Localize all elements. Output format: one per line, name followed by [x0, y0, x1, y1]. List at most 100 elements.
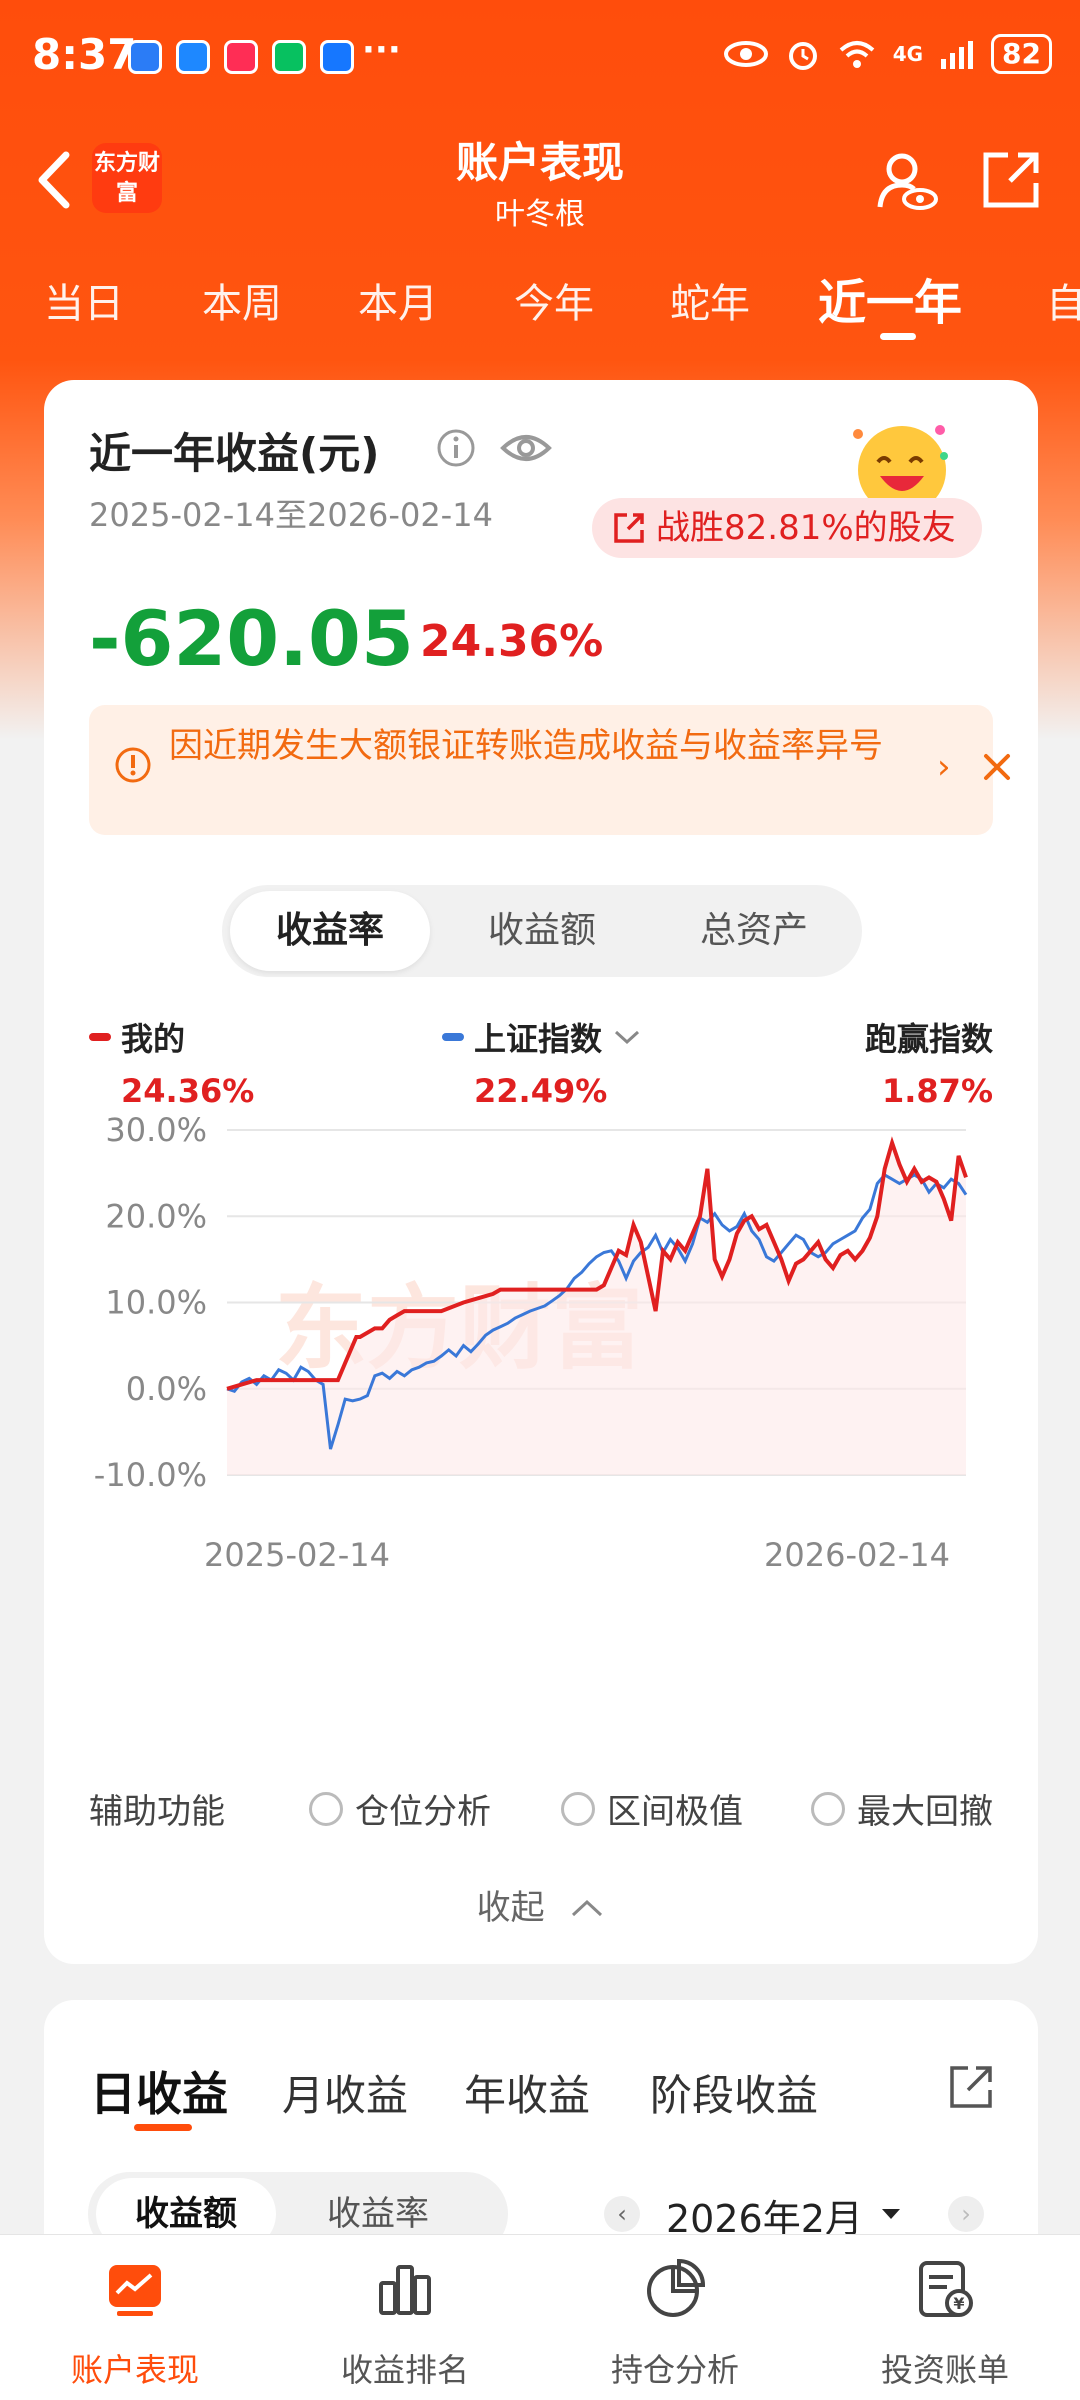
nav-label: 账户表现 — [70, 2351, 199, 2389]
svg-text:¥: ¥ — [953, 2294, 964, 2313]
share-link-icon — [614, 513, 644, 543]
date-range: 2025-02-14至2026-02-14 — [89, 496, 493, 534]
chevron-right-icon[interactable]: › — [948, 2196, 984, 2232]
option-range-extreme[interactable]: 区间极值 — [561, 1784, 743, 1833]
radio-button[interactable] — [309, 1791, 343, 1826]
nav-investment-bill[interactable]: ¥ 投资账单 — [810, 2235, 1080, 2400]
tab-total-assets[interactable]: 总资产 — [654, 891, 854, 971]
legend-index[interactable]: 上证指数 22.49% — [442, 1014, 642, 1110]
beat-ranking-badge[interactable]: 战胜82.81%的股友 — [592, 498, 982, 558]
app-header: 东方财富 账户表现 叶冬根 — [0, 115, 1080, 255]
collapse-button[interactable]: 收起 — [44, 1880, 1038, 1929]
legend-marker-index — [442, 1033, 464, 1041]
export-icon[interactable] — [946, 2062, 996, 2112]
message-app-icon — [176, 40, 210, 74]
tab-this-month[interactable]: 本月 — [358, 271, 438, 329]
period-tabs: 当日 本周 本月 今年 蛇年 近一年 自 — [0, 255, 1080, 345]
tab-yearly-profit[interactable]: 年收益 — [464, 2062, 590, 2123]
y-tick-label: 30.0% — [105, 1111, 207, 1149]
system-indicators: 4G 82 — [723, 34, 1052, 74]
metric-segment: 收益率 收益额 总资产 — [222, 885, 862, 977]
notification-icons — [128, 40, 354, 74]
tab-daily-profit[interactable]: 日收益 — [90, 2058, 228, 2124]
chevron-down-icon — [615, 1030, 640, 1045]
nav-holding-analysis[interactable]: 持仓分析 — [540, 2235, 810, 2400]
tab-custom[interactable]: 自 — [1046, 271, 1080, 329]
tab-snake-year[interactable]: 蛇年 — [670, 271, 750, 329]
active-tab-indicator — [134, 2124, 192, 2131]
eye-toggle-icon[interactable] — [500, 426, 552, 470]
store-app-icon — [224, 40, 258, 74]
profit-rate: 24.36% — [420, 616, 604, 667]
pie-chart-icon — [647, 2258, 706, 2317]
tab-return-amount[interactable]: 收益额 — [442, 891, 642, 971]
aux-label: 辅助功能 — [89, 1792, 225, 1832]
wifi-icon — [839, 41, 875, 68]
wechat-app-icon — [272, 40, 306, 74]
share-icon[interactable] — [980, 149, 1042, 211]
option-position-analysis[interactable]: 仓位分析 — [309, 1784, 491, 1833]
alipay-app-icon — [320, 40, 354, 74]
tab-stage-profit[interactable]: 阶段收益 — [650, 2062, 818, 2123]
profit-amount: -620.05 — [89, 594, 414, 683]
option-label: 区间极值 — [607, 1792, 743, 1832]
x-label-start: 2025-02-14 — [204, 1536, 390, 1574]
notice-text: 因近期发生大额银证转账造成收益与收益率异号 — [169, 726, 883, 766]
legend-mine-label: 我的 — [121, 1020, 186, 1058]
legend-index-label: 上证指数 — [474, 1020, 603, 1058]
bar-chart-icon — [379, 2265, 431, 2315]
signal-icon — [941, 41, 974, 69]
nav-label: 投资账单 — [880, 2351, 1009, 2389]
aux-functions: 辅助功能 仓位分析 区间极值 最大回撤 — [89, 1784, 1009, 1834]
tab-today[interactable]: 当日 — [44, 271, 124, 329]
notice-banner[interactable]: 因近期发生大额银证转账造成收益与收益率异号 › — [89, 705, 1010, 835]
bill-icon: ¥ — [919, 2261, 973, 2317]
bottom-nav: 账户表现 收益排名 持仓分析 ¥ 投资账单 — [0, 2234, 1080, 2400]
chevron-right-icon[interactable]: › — [937, 747, 951, 787]
shield-app-icon — [128, 40, 162, 74]
nav-profit-ranking[interactable]: 收益排名 — [270, 2235, 540, 2400]
radio-button[interactable] — [811, 1791, 845, 1826]
dropdown-arrow-icon — [882, 2209, 900, 2219]
return-chart[interactable]: 东方财富 30.0%20.0%10.0%0.0%-10.0% 2025-02-1… — [44, 1100, 1038, 1540]
option-max-drawdown[interactable]: 最大回撤 — [811, 1784, 993, 1833]
legend-marker-mine — [89, 1033, 111, 1041]
info-icon[interactable] — [436, 428, 476, 468]
tab-this-year[interactable]: 今年 — [514, 271, 594, 329]
nav-label: 收益排名 — [340, 2351, 469, 2389]
nav-label: 持仓分析 — [610, 2351, 739, 2389]
chart-card-icon — [109, 2265, 161, 2316]
eye-comfort-icon — [723, 41, 768, 67]
legend-mine: 我的 24.36% — [89, 1014, 254, 1110]
network-type: 4G — [892, 42, 924, 66]
status-time: 8:37 — [32, 30, 137, 79]
collapse-label: 收起 — [476, 1888, 545, 1928]
alarm-icon — [788, 42, 817, 70]
nav-account-performance[interactable]: 账户表现 — [0, 2235, 270, 2400]
status-bar: 8:37 ··· 4G 82 — [0, 0, 1080, 115]
tab-return-rate[interactable]: 收益率 — [230, 891, 430, 971]
active-tab-indicator — [880, 333, 916, 340]
summary-card: 近一年收益(元) 2025-02-14至2026-02-14 战胜82.81%的… — [44, 380, 1038, 1964]
y-tick-label: -10.0% — [94, 1456, 207, 1494]
tab-monthly-profit[interactable]: 月收益 — [282, 2062, 408, 2123]
y-tick-label: 20.0% — [105, 1197, 207, 1235]
legend-excess: 跑赢指数 1.87% — [865, 1014, 993, 1110]
warning-icon — [115, 747, 151, 783]
user-view-icon[interactable] — [874, 149, 940, 215]
chevron-up-icon — [572, 1899, 603, 1917]
legend-excess-label: 跑赢指数 — [864, 1020, 993, 1058]
battery-level: 82 — [991, 34, 1052, 74]
y-tick-label: 0.0% — [126, 1370, 207, 1408]
beat-text: 战胜82.81%的股友 — [656, 508, 956, 548]
summary-title: 近一年收益(元) — [89, 429, 380, 478]
chevron-left-icon[interactable]: ‹ — [604, 2196, 640, 2232]
x-label-end: 2026-02-14 — [764, 1536, 950, 1574]
option-label: 仓位分析 — [355, 1792, 491, 1832]
tab-last-year[interactable]: 近一年 — [818, 263, 962, 333]
more-notifications: ··· — [362, 30, 401, 70]
y-tick-label: 10.0% — [105, 1284, 207, 1322]
tab-this-week[interactable]: 本周 — [202, 271, 282, 329]
radio-button[interactable] — [561, 1791, 595, 1826]
close-icon[interactable] — [977, 747, 1017, 787]
